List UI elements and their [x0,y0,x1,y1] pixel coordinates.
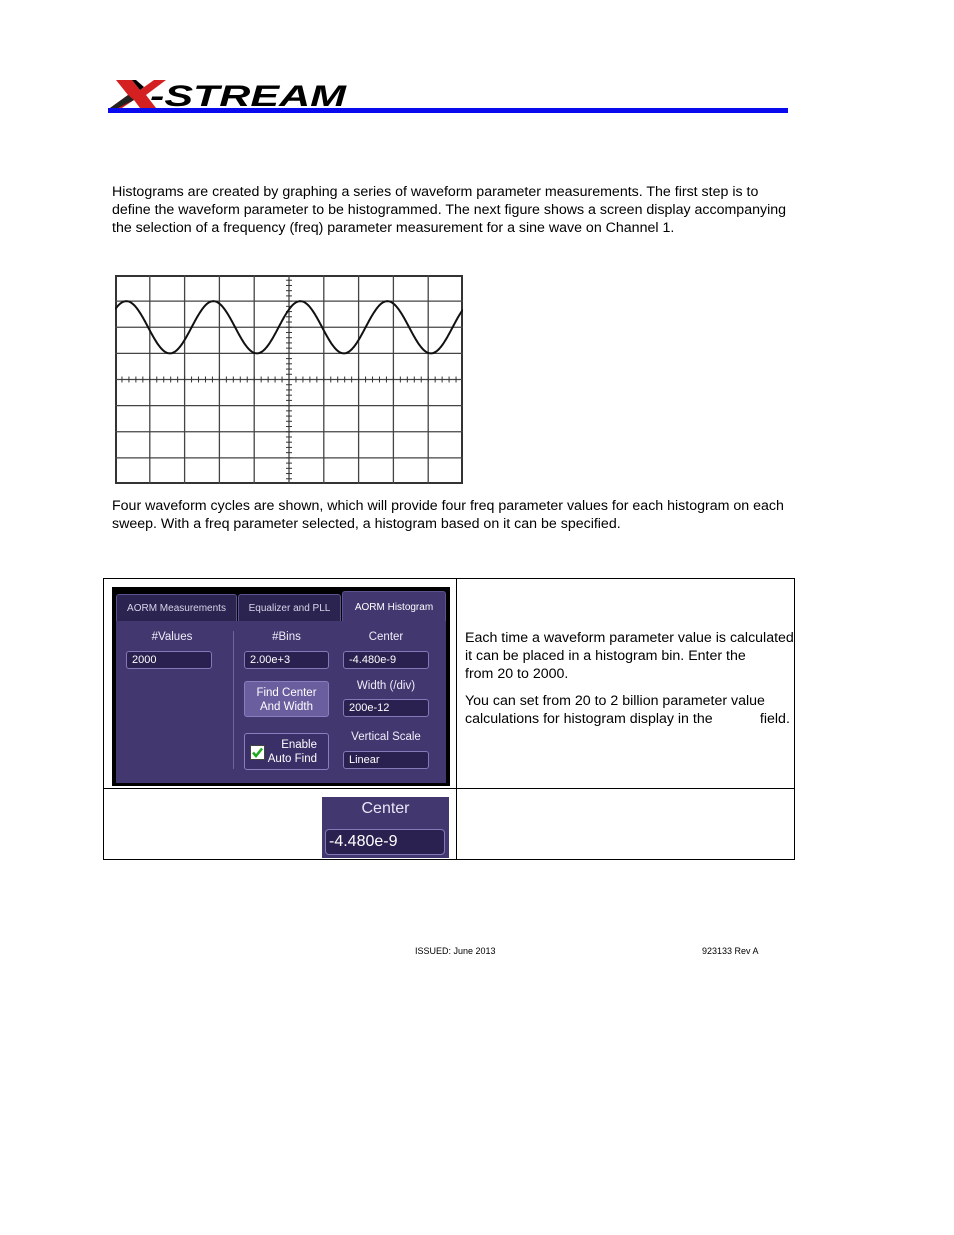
histogram-panel: #Values 2000 #Bins 2.00e+3 Center -4.480… [116,621,446,783]
tab-aorm-measurements[interactable]: AORM Measurements [116,594,237,621]
xstream-logo: -STREAM [110,78,350,110]
width-input[interactable]: 200e-12 [343,699,429,717]
bins-input[interactable]: 2.00e+3 [244,651,329,669]
header-rule [108,108,788,113]
auto-find-checkbox[interactable] [250,745,265,760]
center-input[interactable]: -4.480e-9 [343,651,429,669]
find-button-line2: And Width [259,701,314,713]
logo-text: -STREAM [150,80,347,110]
find-center-and-width-button[interactable]: Find Center And Width [244,681,329,717]
aorm-histogram-dialog: AORM Measurements Equalizer and PLL AORM… [112,587,450,786]
vertical-scale-select[interactable]: Linear [343,751,429,769]
bins-label: #Bins [272,631,301,643]
width-label: Width (/div) [356,680,416,692]
center-closeup-input[interactable]: -4.480e-9 [325,828,445,855]
footer-issued-date: ISSUED: June 2013 [415,946,496,956]
center-label: Center [368,631,404,643]
panel-divider [233,631,234,769]
tab-equalizer-and-pll[interactable]: Equalizer and PLL [238,594,341,621]
dialog-tabs: AORM Measurements Equalizer and PLL AORM… [116,591,448,622]
center-image-cell: Center -4.480e-9 [103,787,457,861]
oscilloscope-graticule-figure [114,274,464,485]
bins-description-cell: Each time a waveform parameter value is … [456,578,798,789]
values-description: You can set from 20 to 2 billion paramet… [465,693,790,727]
scope-svg [114,274,464,485]
intro-paragraph: Histograms are created by graphing a ser… [112,184,786,236]
center-closeup-label: Center [361,799,410,817]
bins-description: Each time a waveform parameter value is … [465,630,798,682]
cycles-paragraph: Four waveform cycles are shown, which wi… [112,498,784,532]
enable-auto-find-toggle[interactable]: Enable Auto Find [244,733,329,770]
values-label: #Values [151,631,193,643]
vertical-scale-label: Vertical Scale [351,731,421,743]
histogram-setup-table: AORM Measurements Equalizer and PLL AORM… [103,578,798,861]
center-field-closeup: Center -4.480e-9 [322,796,449,858]
find-button-line1: Find Center [256,687,317,699]
dialog-screenshot-cell: AORM Measurements Equalizer and PLL AORM… [103,578,457,789]
checkmark-icon [252,747,264,759]
center-description-cell [456,787,795,861]
values-input[interactable]: 2000 [126,651,212,669]
footer-doc-number: 923133 Rev A [702,946,759,956]
tab-aorm-histogram[interactable]: AORM Histogram [342,591,446,622]
